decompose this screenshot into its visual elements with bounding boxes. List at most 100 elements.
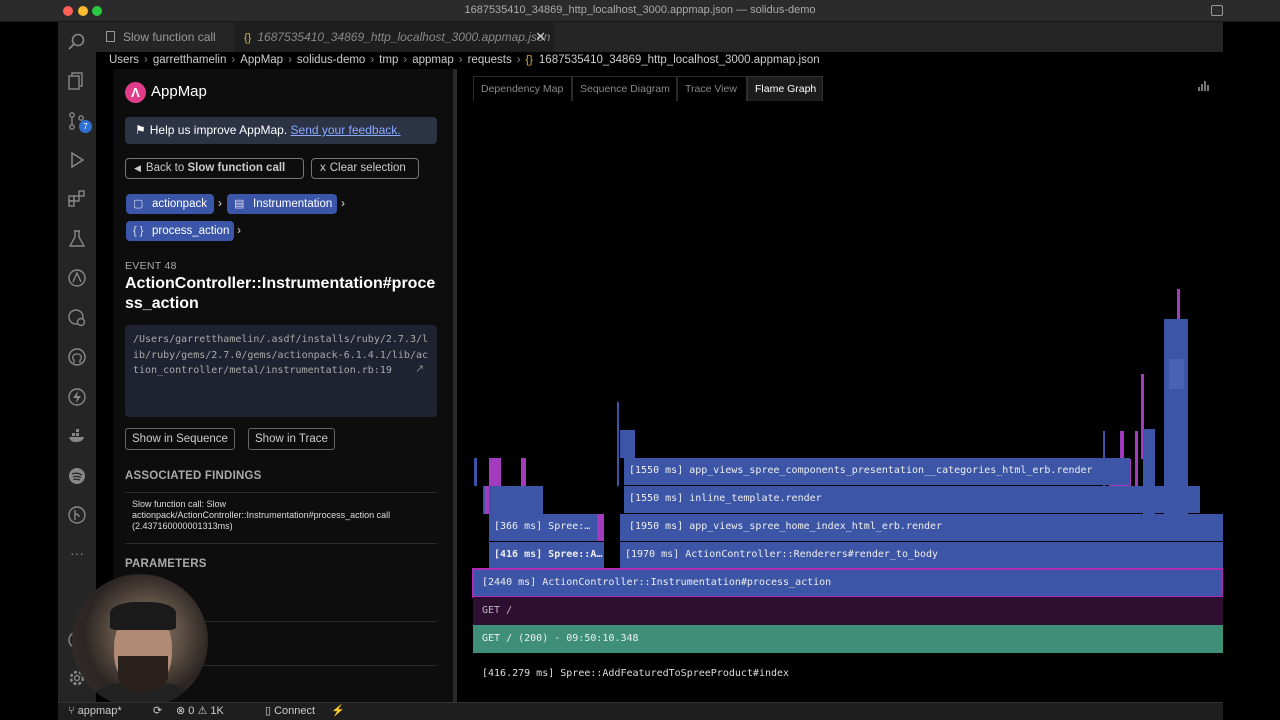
feedback-link[interactable]: Send your feedback. xyxy=(291,123,401,137)
back-target: Slow function call xyxy=(187,162,286,174)
finding-item[interactable]: Slow function call: Slow actionpack/Acti… xyxy=(132,499,432,532)
flame-spike[interactable] xyxy=(474,458,477,486)
clear-selection-label: Clear selection xyxy=(329,162,406,174)
breadcrumb-item[interactable]: solidus-demo xyxy=(297,54,365,66)
layout-icon[interactable] xyxy=(1211,5,1223,16)
clear-icon: x xyxy=(320,162,326,174)
tab-slow-function-call[interactable]: Slow function call xyxy=(96,22,234,52)
title-bar: 1687535410_34869_http_localhost_3000.app… xyxy=(0,0,1280,22)
docker-icon[interactable] xyxy=(67,426,87,446)
flame-spike[interactable] xyxy=(485,486,489,514)
flame-spike[interactable] xyxy=(620,430,635,458)
window-title: 1687535410_34869_http_localhost_3000.app… xyxy=(464,4,816,16)
frame-label: GET / (200) - 09:50:10.348 xyxy=(482,633,639,644)
warning-icon: ⚠ xyxy=(197,705,211,717)
flame-spike[interactable] xyxy=(489,458,501,486)
editor-tabs: Slow function call {} 1687535410_34869_ht… xyxy=(96,22,1223,52)
feedback-banner: ⚑ Help us improve AppMap. Send your feedb… xyxy=(125,117,437,144)
breadcrumb-item[interactable]: tmp xyxy=(379,54,398,66)
clear-selection-button[interactable]: x Clear selection xyxy=(311,158,419,179)
chip-function[interactable]: { } process_action xyxy=(126,221,234,241)
screen-margin-left xyxy=(0,0,58,720)
source-path[interactable]: /Users/garretthamelin/.asdf/installs/rub… xyxy=(125,325,437,417)
back-prefix: Back to xyxy=(145,162,185,174)
tab-label: 1687535410_34869_http_localhost_3000.app… xyxy=(257,30,551,44)
chip-label: Instrumentation xyxy=(253,198,333,210)
flame-frame-request[interactable] xyxy=(473,597,1223,625)
breadcrumb-item[interactable]: 1687535410_34869_http_localhost_3000.app… xyxy=(539,54,820,66)
breadcrumb-item[interactable]: Users xyxy=(109,54,139,66)
flame-spike[interactable] xyxy=(1135,431,1138,486)
run-debug-icon[interactable] xyxy=(67,150,87,170)
git-graph-icon[interactable] xyxy=(67,505,87,525)
event-name: ActionController::Instrumentation#proces… xyxy=(125,275,436,312)
megaphone-icon: ⚑ xyxy=(135,123,146,137)
event-label: EVENT 48 xyxy=(125,260,177,272)
back-button[interactable]: ◀ Back to Slow function call xyxy=(125,158,304,179)
show-in-trace-button[interactable]: Show in Trace xyxy=(248,428,335,450)
tab-appmap-json[interactable]: {} 1687535410_34869_http_localhost_3000.a… xyxy=(234,22,554,52)
breadcrumb-item[interactable]: garretthamelin xyxy=(153,54,227,66)
hover-detail: [416.279 ms] Spree::AddFeaturedToSpreePr… xyxy=(482,668,790,679)
webcam-overlay xyxy=(72,574,208,708)
flame-graph-canvas[interactable] xyxy=(457,69,1223,702)
extensions-icon[interactable] xyxy=(67,189,87,209)
source-control-badge: 7 xyxy=(79,120,92,133)
frame-label: [1550 ms] app_views_spree_components_pre… xyxy=(629,465,1093,476)
appmap-logo-icon: Λ xyxy=(125,82,146,103)
chevron-right-icon: › xyxy=(237,223,241,237)
frame-label: [1950 ms] app_views_spree_home_index_htm… xyxy=(629,521,943,532)
function-icon: { } xyxy=(133,225,144,237)
flame-spike[interactable] xyxy=(597,514,604,541)
appmap-icon[interactable] xyxy=(67,268,87,288)
external-link-icon[interactable]: ↗ xyxy=(415,362,424,375)
connect-button[interactable]: ▯ Connect xyxy=(265,703,315,720)
screen-margin-right xyxy=(1223,0,1280,720)
branch-indicator[interactable]: ⑂ appmap* xyxy=(68,703,122,720)
frame-label: GET / xyxy=(482,605,513,616)
github-icon[interactable] xyxy=(67,347,87,367)
spotify-icon[interactable] xyxy=(67,466,87,486)
parameters-title: PARAMETERS xyxy=(125,558,207,570)
bolt-icon[interactable] xyxy=(67,387,87,407)
chevron-right-icon: › xyxy=(218,196,222,210)
file-icon xyxy=(106,31,115,42)
tab-label: Slow function call xyxy=(123,30,216,44)
search-icon[interactable] xyxy=(67,32,87,52)
flame-spike[interactable] xyxy=(617,402,619,486)
close-icon[interactable]: ✕ xyxy=(535,22,546,52)
flame-spike[interactable] xyxy=(521,458,526,486)
more-icon[interactable]: ··· xyxy=(67,543,87,563)
frame-label: [1550 ms] inline_template.render xyxy=(629,493,822,504)
package-icon: ▢ xyxy=(133,198,144,210)
flame-spike[interactable] xyxy=(1164,319,1188,514)
flame-spike[interactable] xyxy=(483,486,543,514)
breadcrumb-item[interactable]: requests xyxy=(468,54,512,66)
json-icon: {} xyxy=(525,54,533,66)
remote-icon[interactable] xyxy=(67,308,87,328)
breadcrumb: Users › garretthamelin › AppMap › solidus-demo… xyxy=(109,54,820,66)
error-count: 0 xyxy=(188,705,195,717)
status-bar: ⑂ appmap* ⟳ ⊗ 0 ⚠ 1K ▯ Connect ⚡ xyxy=(58,702,1223,720)
chip-class[interactable]: ▤ Instrumentation xyxy=(227,194,337,214)
divider xyxy=(125,543,437,544)
flame-spike[interactable] xyxy=(1169,359,1184,389)
chevron-right-icon: › xyxy=(341,196,345,210)
breadcrumb-item[interactable]: appmap xyxy=(412,54,454,66)
database-icon: ▯ xyxy=(265,705,275,717)
problems-indicator[interactable]: ⊗ 0 ⚠ 1K xyxy=(176,703,224,720)
sync-icon[interactable]: ⟳ xyxy=(153,703,162,720)
flame-spike[interactable] xyxy=(1177,289,1180,319)
warning-count: 1K xyxy=(210,705,224,717)
testing-icon[interactable] xyxy=(67,229,87,249)
divider xyxy=(125,492,437,493)
chip-package[interactable]: ▢ actionpack xyxy=(126,194,214,214)
plug-icon[interactable]: ⚡ xyxy=(331,703,345,720)
frame-label: [416 ms] Spree::A… xyxy=(494,549,603,560)
class-icon: ▤ xyxy=(234,198,245,210)
appmap-title: AppMap xyxy=(151,83,207,100)
show-in-sequence-button[interactable]: Show in Sequence xyxy=(125,428,235,450)
frame-label: [366 ms] Spree:… xyxy=(494,521,591,532)
explorer-icon[interactable] xyxy=(67,71,87,91)
breadcrumb-item[interactable]: AppMap xyxy=(240,54,283,66)
